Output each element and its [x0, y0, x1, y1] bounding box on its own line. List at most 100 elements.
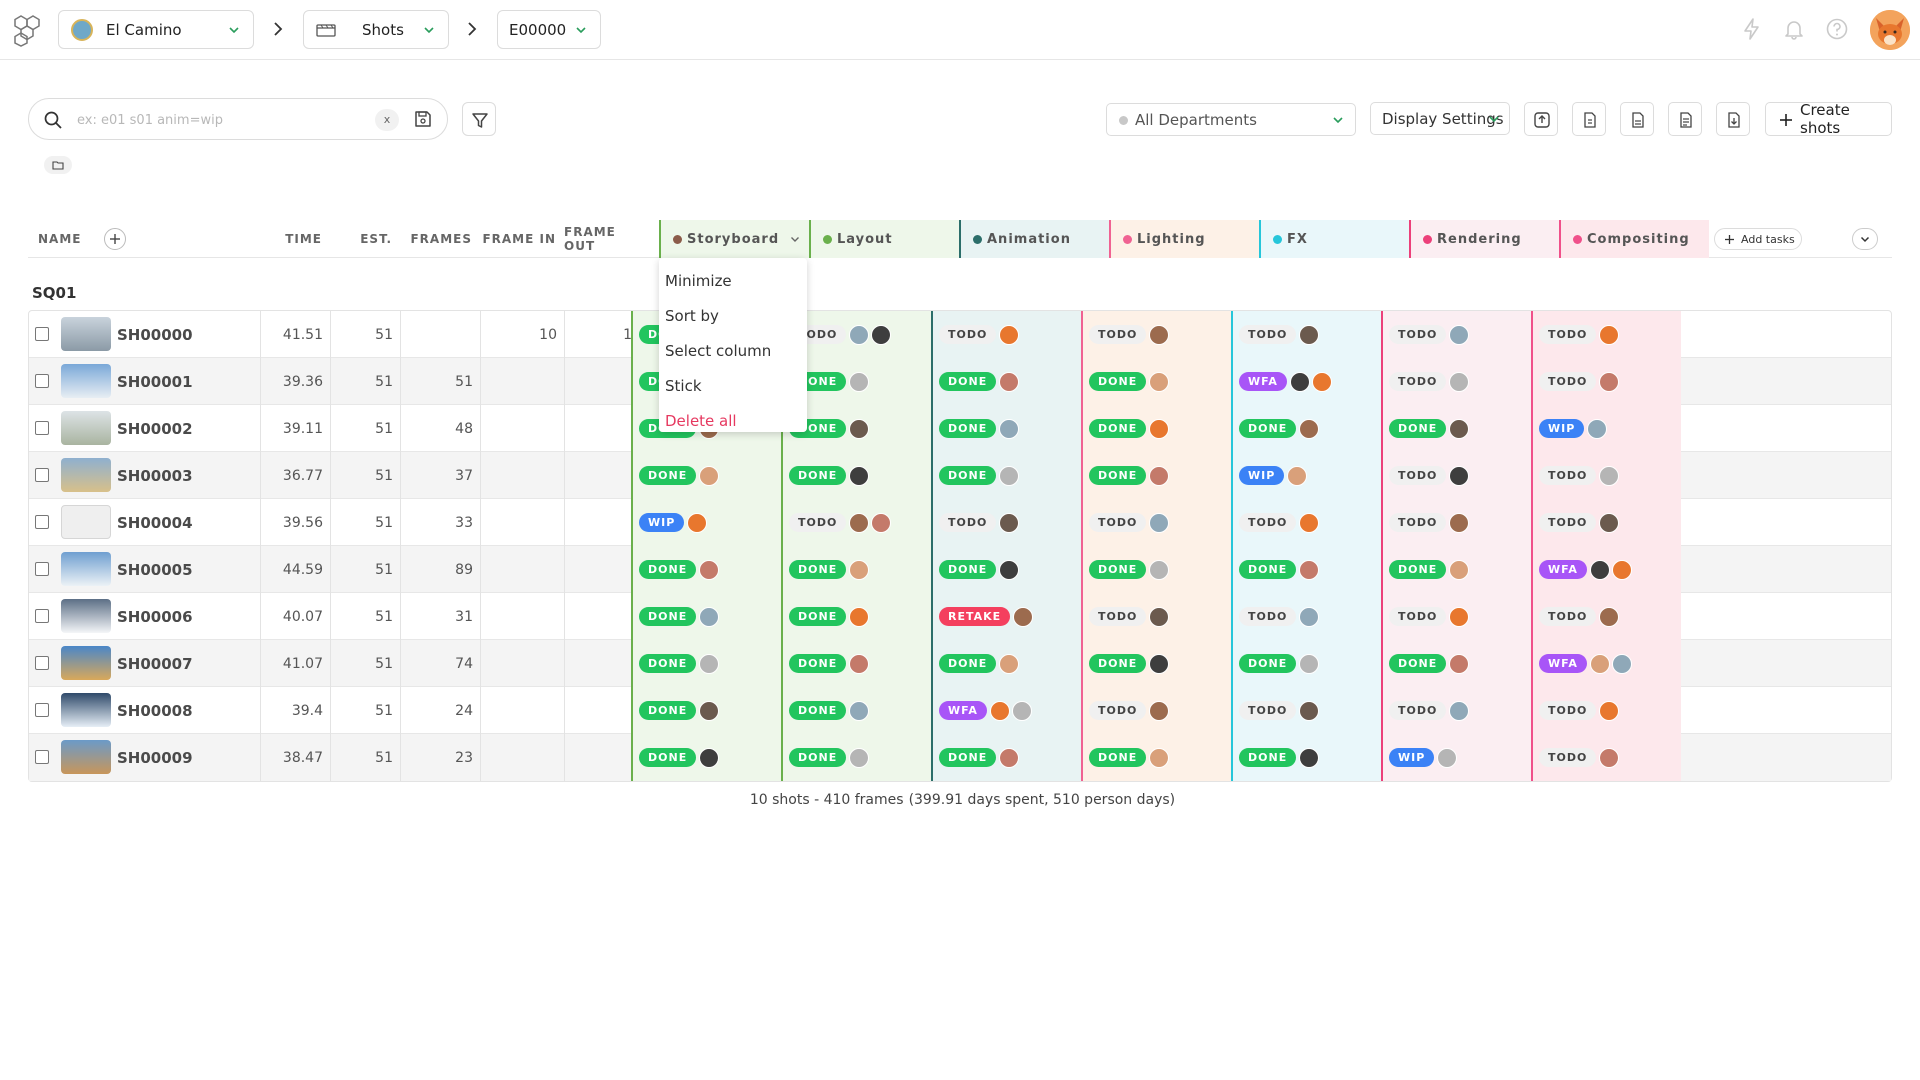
assignee-avatar[interactable]: [849, 700, 870, 721]
production-selector[interactable]: El Camino: [58, 10, 254, 49]
task-cell-animation[interactable]: RETAKE: [931, 593, 1081, 640]
assignee-avatar[interactable]: [849, 606, 870, 627]
row-checkbox[interactable]: [35, 468, 49, 482]
cell-frame-in[interactable]: [481, 593, 565, 640]
status-badge[interactable]: DONE: [639, 748, 697, 767]
status-badge[interactable]: TODO: [1539, 325, 1597, 344]
cell-frame-in[interactable]: [481, 546, 565, 593]
assignee-avatar[interactable]: [1289, 371, 1310, 392]
assignee-avatar[interactable]: [1299, 747, 1320, 768]
folder-button[interactable]: [44, 156, 72, 174]
cell-est[interactable]: 51: [331, 546, 401, 593]
task-cell-compositing[interactable]: TODO: [1531, 358, 1681, 405]
assignee-avatar[interactable]: [1149, 559, 1170, 580]
assignee-avatar[interactable]: [1299, 653, 1320, 674]
task-column-header-layout[interactable]: Layout: [809, 220, 959, 258]
assignee-avatar[interactable]: [699, 606, 720, 627]
status-badge[interactable]: DONE: [639, 654, 697, 673]
menu-item-sort-by[interactable]: Sort by: [665, 301, 801, 331]
task-cell-compositing[interactable]: TODO: [1531, 734, 1681, 781]
status-badge[interactable]: DONE: [1239, 748, 1297, 767]
assignee-avatar[interactable]: [849, 747, 870, 768]
shot-thumbnail[interactable]: [61, 693, 111, 727]
shot-thumbnail[interactable]: [61, 740, 111, 774]
assignee-avatar[interactable]: [849, 465, 870, 486]
assignee-avatar[interactable]: [1311, 371, 1332, 392]
task-cell-lighting[interactable]: DONE: [1081, 405, 1231, 452]
cell-frame-in[interactable]: 10: [481, 311, 565, 358]
menu-item-delete-all[interactable]: Delete all: [665, 406, 801, 436]
assignee-avatar[interactable]: [1149, 324, 1170, 345]
task-cell-rendering[interactable]: WIP: [1381, 734, 1531, 781]
assignee-avatar[interactable]: [699, 559, 720, 580]
task-cell-fx[interactable]: WFA: [1231, 358, 1381, 405]
assignee-avatar[interactable]: [1299, 606, 1320, 627]
status-badge[interactable]: DONE: [1239, 654, 1297, 673]
menu-item-select-column[interactable]: Select column: [665, 336, 801, 366]
row-checkbox[interactable]: [35, 750, 49, 764]
task-cell-compositing[interactable]: TODO: [1531, 499, 1681, 546]
cell-est[interactable]: 51: [331, 499, 401, 546]
task-cell-rendering[interactable]: TODO: [1381, 358, 1531, 405]
status-badge[interactable]: DONE: [789, 654, 847, 673]
assignee-avatar[interactable]: [1149, 512, 1170, 533]
cell-est[interactable]: 51: [331, 452, 401, 499]
lightning-icon[interactable]: [1739, 16, 1765, 42]
status-badge[interactable]: TODO: [1389, 513, 1447, 532]
status-badge[interactable]: DONE: [1389, 419, 1447, 438]
menu-item-minimize[interactable]: Minimize: [665, 266, 801, 296]
shot-thumbnail[interactable]: [61, 458, 111, 492]
assignee-avatar[interactable]: [1299, 700, 1320, 721]
row-checkbox[interactable]: [35, 374, 49, 388]
status-badge[interactable]: DONE: [789, 701, 847, 720]
assignee-avatar[interactable]: [1449, 324, 1470, 345]
assignee-avatar[interactable]: [1599, 324, 1620, 345]
status-badge[interactable]: WIP: [639, 513, 685, 532]
row-checkbox[interactable]: [35, 327, 49, 341]
column-header-time[interactable]: TIME: [260, 220, 330, 258]
status-badge[interactable]: DONE: [789, 560, 847, 579]
status-badge[interactable]: DONE: [939, 654, 997, 673]
table-row[interactable]: SH0000041.51511015DONETODOTODOTODOTODOTO…: [29, 311, 1891, 358]
help-icon[interactable]: [1824, 16, 1850, 42]
task-cell-rendering[interactable]: TODO: [1381, 499, 1531, 546]
task-cell-compositing[interactable]: TODO: [1531, 593, 1681, 640]
export-csv-button[interactable]: [1620, 102, 1654, 136]
assignee-avatar[interactable]: [999, 559, 1020, 580]
task-cell-lighting[interactable]: DONE: [1081, 358, 1231, 405]
assignee-avatar[interactable]: [699, 653, 720, 674]
status-badge[interactable]: TODO: [1389, 607, 1447, 626]
filter-button[interactable]: [462, 102, 496, 136]
status-badge[interactable]: WIP: [1539, 419, 1585, 438]
cell-est[interactable]: 51: [331, 734, 401, 781]
bell-icon[interactable]: [1781, 16, 1807, 42]
assignee-avatar[interactable]: [1589, 653, 1610, 674]
status-badge[interactable]: TODO: [1089, 325, 1147, 344]
create-shots-button[interactable]: Create shots: [1765, 101, 1892, 137]
status-badge[interactable]: TODO: [1089, 513, 1147, 532]
assignee-avatar[interactable]: [1449, 700, 1470, 721]
assignee-avatar[interactable]: [999, 465, 1020, 486]
status-badge[interactable]: DONE: [1089, 466, 1147, 485]
assignee-avatar[interactable]: [1599, 371, 1620, 392]
assignee-avatar[interactable]: [1149, 747, 1170, 768]
status-badge[interactable]: DONE: [1389, 560, 1447, 579]
task-cell-lighting[interactable]: TODO: [1081, 311, 1231, 358]
assignee-avatar[interactable]: [1299, 324, 1320, 345]
task-cell-compositing[interactable]: TODO: [1531, 452, 1681, 499]
task-cell-fx[interactable]: DONE: [1231, 734, 1381, 781]
assignee-avatar[interactable]: [1599, 512, 1620, 533]
status-badge[interactable]: TODO: [1239, 607, 1297, 626]
row-checkbox[interactable]: [35, 609, 49, 623]
task-cell-fx[interactable]: TODO: [1231, 687, 1381, 734]
task-cell-lighting[interactable]: DONE: [1081, 452, 1231, 499]
assignee-avatar[interactable]: [1287, 465, 1308, 486]
status-badge[interactable]: WFA: [1539, 654, 1587, 673]
search-input[interactable]: [77, 109, 377, 131]
table-row[interactable]: SH00004 39.56 51 33 WIP TODO TODO TODO TODO TODO T…: [29, 499, 1891, 546]
status-badge[interactable]: DONE: [1089, 372, 1147, 391]
task-cell-animation[interactable]: DONE: [931, 546, 1081, 593]
task-cell-storyboard[interactable]: DONE: [631, 593, 781, 640]
table-row[interactable]: SH00006 40.07 51 31 DONE DONE RETAKE TODO TODO TO…: [29, 593, 1891, 640]
assignee-avatar[interactable]: [1449, 559, 1470, 580]
